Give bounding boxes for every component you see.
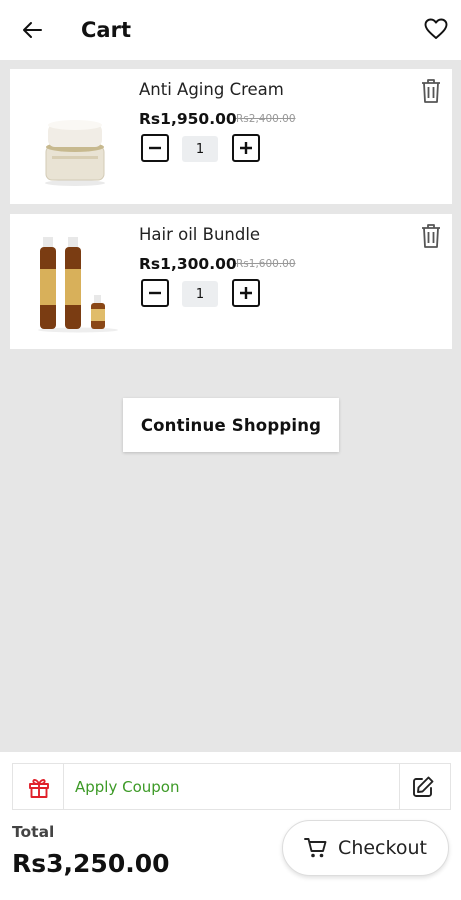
- back-arrow-icon: [23, 22, 42, 38]
- minus-icon: [149, 291, 161, 295]
- product-image[interactable]: [28, 84, 128, 189]
- increase-quantity-button[interactable]: [232, 134, 260, 162]
- cart-item: Hair oil Bundle Rs1,300.00 Rs1,600.00 1: [10, 214, 452, 349]
- back-button[interactable]: [18, 16, 46, 44]
- coupon-row[interactable]: Apply Coupon: [12, 763, 451, 810]
- checkout-button[interactable]: Checkout: [282, 820, 449, 876]
- product-price: Rs1,300.00: [139, 255, 237, 273]
- remove-item-button[interactable]: [418, 222, 444, 250]
- product-name[interactable]: Hair oil Bundle: [139, 224, 260, 246]
- product-old-price: Rs1,600.00: [236, 258, 296, 270]
- top-bar: Cart: [0, 0, 461, 60]
- cart-icon: [304, 838, 327, 858]
- quantity-value[interactable]: 1: [182, 281, 218, 307]
- checkout-panel: Apply Coupon Total Rs3,250.00 Checkout: [0, 752, 461, 900]
- minus-icon: [149, 146, 161, 150]
- wishlist-button[interactable]: [422, 15, 450, 43]
- divider: [63, 764, 64, 809]
- gift-icon: [29, 779, 49, 798]
- decrease-quantity-button[interactable]: [141, 134, 169, 162]
- total-label: Total: [12, 823, 55, 841]
- trash-icon: [422, 224, 440, 248]
- total-value: Rs3,250.00: [12, 849, 170, 878]
- product-name[interactable]: Anti Aging Cream: [139, 79, 284, 101]
- heart-icon: [424, 18, 448, 39]
- edit-icon[interactable]: [411, 775, 435, 799]
- plus-icon: [240, 287, 252, 299]
- divider: [399, 764, 400, 809]
- plus-icon: [240, 142, 252, 154]
- quantity-value[interactable]: 1: [182, 136, 218, 162]
- page-title: Cart: [81, 18, 131, 42]
- remove-item-button[interactable]: [418, 77, 444, 105]
- increase-quantity-button[interactable]: [232, 279, 260, 307]
- decrease-quantity-button[interactable]: [141, 279, 169, 307]
- trash-icon: [422, 79, 440, 103]
- product-price: Rs1,950.00: [139, 110, 237, 128]
- checkout-label: Checkout: [338, 837, 427, 859]
- product-old-price: Rs2,400.00: [236, 113, 296, 125]
- cart-item: Anti Aging Cream Rs1,950.00 Rs2,400.00 1: [10, 69, 452, 204]
- apply-coupon-link[interactable]: Apply Coupon: [75, 777, 179, 797]
- product-image[interactable]: [28, 229, 128, 334]
- continue-shopping-button[interactable]: Continue Shopping: [123, 398, 339, 452]
